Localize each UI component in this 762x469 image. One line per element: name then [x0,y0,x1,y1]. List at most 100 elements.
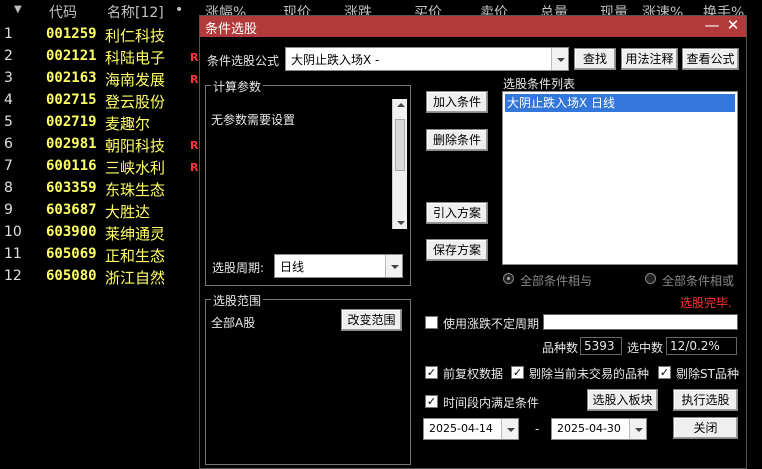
params-scrollbar[interactable] [392,99,407,229]
stock-name: 大胜达 [105,203,151,221]
date-separator: - [535,422,540,436]
conditions-list-label: 选股条件列表 [503,77,576,91]
period-label: 选股周期: [212,261,265,275]
dialog-title: 条件选股 [205,22,258,37]
forward-adjust-label: 前复权数据 [443,367,504,381]
variety-count-field: 5393 [580,337,622,355]
stock-row[interactable]: 7 600116 三峡水利 R [0,156,200,178]
stock-name: 利仁科技 [105,27,166,45]
add-condition-button[interactable]: 加入条件 [426,91,488,113]
stock-row[interactable]: 10 603900 莱绅通灵 [0,222,200,244]
params-text: 无参数需要设置 [211,113,296,127]
unfixed-period-input[interactable] [543,314,738,330]
change-scope-button[interactable]: 改变范围 [341,309,402,331]
date-to-picker[interactable]: 2025-04-30 [551,418,647,440]
usage-notes-button[interactable]: 用法注释 [621,48,678,70]
stock-row[interactable]: 2 002121 科陆电子 R [0,46,200,68]
stock-row[interactable]: 12 605080 浙江自然 [0,266,200,288]
find-button[interactable]: 查找 [574,48,616,70]
exclude-st-checkbox[interactable]: ✓ [658,366,671,379]
unfixed-period-checkbox[interactable] [425,316,438,329]
stock-row[interactable]: 6 002981 朝阳科技 R [0,134,200,156]
minimize-icon[interactable]: — [702,16,722,34]
save-plan-button[interactable]: 保存方案 [426,239,488,261]
col-header-name[interactable]: 名称[12] [107,2,164,22]
margin-flag: R [190,73,199,86]
margin-flag: R [190,51,199,64]
dialog-titlebar[interactable]: 条件选股 — ✕ [200,16,746,37]
row-index: 2 [4,48,13,64]
stock-code: 002719 [46,114,97,130]
params-group: 计算参数 无参数需要设置 选股周期: 日线 [205,78,411,286]
stock-name: 莱绅通灵 [105,225,166,243]
formula-select[interactable]: 大阴止跌入场X - [285,47,569,71]
chevron-down-icon[interactable] [551,48,568,70]
stock-row[interactable]: 3 002163 海南发展 R [0,68,200,90]
view-formula-button[interactable]: 查看公式 [682,48,739,70]
stock-code: 603687 [46,202,97,218]
scope-value: 全部A股 [211,316,256,330]
variety-count-label: 品种数 [542,341,579,355]
stock-code: 002163 [46,70,97,86]
status-text: 选股完毕. [680,296,732,310]
sort-arrow-icon[interactable]: ▼ [14,4,22,15]
stock-row[interactable]: 11 605069 正和生态 [0,244,200,266]
stock-row[interactable]: 5 002719 麦趣尔 [0,112,200,134]
close-button[interactable]: 关闭 [673,417,738,439]
scope-group-title: 选股范围 [211,292,264,309]
exclude-st-label: 剔除ST品种 [676,367,739,381]
import-plan-button[interactable]: 引入方案 [426,202,488,224]
row-index: 7 [4,158,13,174]
stock-code: 605069 [46,246,97,262]
row-index: 8 [4,180,13,196]
close-icon[interactable]: ✕ [723,16,743,34]
stock-row[interactable]: 4 002715 登云股份 [0,90,200,112]
formula-label: 条件选股公式 [207,54,280,68]
stock-name: 东珠生态 [105,181,166,199]
chevron-down-icon[interactable] [385,255,402,277]
row-index: 6 [4,136,13,152]
select-to-board-button[interactable]: 选股入板块 [587,389,658,411]
stock-name: 海南发展 [105,71,166,89]
period-value: 日线 [280,260,305,274]
date-to-value: 2025-04-30 [557,422,621,435]
scroll-up-icon[interactable] [397,103,405,107]
margin-flag: R [190,161,199,174]
exclude-untraded-checkbox[interactable]: ✓ [511,366,524,379]
condition-select-dialog: 条件选股 — ✕ 条件选股公式 大阴止跌入场X - 查找 用法注释 查看公式 计… [199,15,747,469]
selected-count-field: 12/0.2% [666,337,737,355]
period-select[interactable]: 日线 [274,254,403,278]
date-from-value: 2025-04-14 [429,422,493,435]
delete-condition-button[interactable]: 删除条件 [426,129,488,151]
chevron-down-icon[interactable] [501,419,518,439]
stock-code: 001259 [46,26,97,42]
selected-count-label: 选中数 [627,341,664,355]
row-index: 1 [4,26,13,42]
chevron-down-icon[interactable] [629,419,646,439]
stock-row[interactable]: 1 001259 利仁科技 [0,24,200,46]
execute-select-button[interactable]: 执行选股 [673,389,738,411]
row-index: 4 [4,92,13,108]
stock-code: 605080 [46,268,97,284]
radio-and-label: 全部条件相与 [520,274,593,288]
formula-value: 大阴止跌入场X - [291,53,380,67]
stock-row[interactable]: 9 603687 大胜达 [0,200,200,222]
forward-adjust-checkbox[interactable]: ✓ [425,366,438,379]
radio-or[interactable] [645,273,656,284]
scope-group: 选股范围 全部A股 改变范围 [205,292,411,465]
condition-item[interactable]: 大阴止跌入场X 日线 [505,94,735,112]
stock-name: 正和生态 [105,247,166,265]
scroll-thumb[interactable] [395,119,405,171]
date-from-picker[interactable]: 2025-04-14 [423,418,519,440]
stock-name: 麦趣尔 [105,115,151,133]
stock-row[interactable]: 8 603359 东珠生态 [0,178,200,200]
row-index: 5 [4,114,13,130]
conditions-listbox[interactable]: 大阴止跌入场X 日线 [502,91,738,265]
scroll-down-icon[interactable] [397,221,405,225]
col-header-code[interactable]: 代码 [49,2,77,22]
stock-code: 600116 [46,158,97,174]
radio-and[interactable] [503,273,514,284]
time-range-checkbox[interactable]: ✓ [425,395,438,408]
stock-code: 603359 [46,180,97,196]
stock-name: 三峡水利 [105,159,166,177]
